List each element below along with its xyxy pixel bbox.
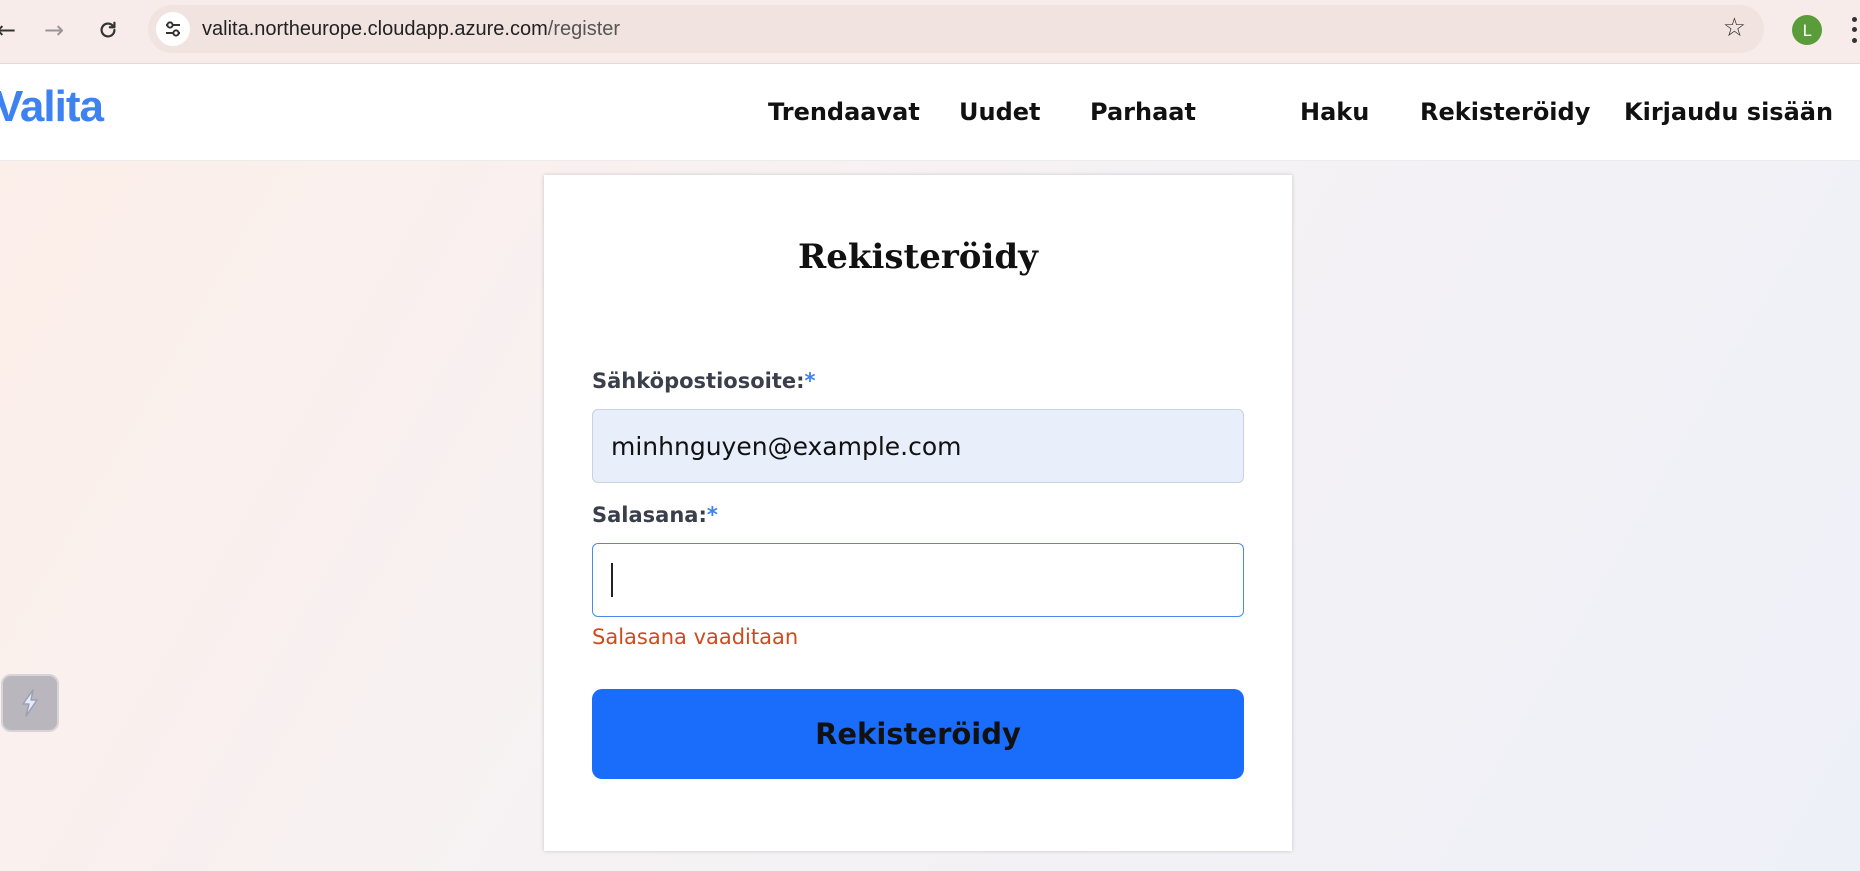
password-label: Salasana:* xyxy=(592,503,718,527)
nav-link-search[interactable]: Haku xyxy=(1300,98,1369,126)
forward-button[interactable]: → xyxy=(36,12,72,48)
register-card: Rekisteröidy Sähköpostiosoite:* minhnguy… xyxy=(544,175,1292,851)
text-caret xyxy=(611,563,613,597)
nav-link-login[interactable]: Kirjaudu sisään xyxy=(1624,98,1833,126)
menu-dot xyxy=(1851,16,1857,22)
nav-link-new[interactable]: Uudet xyxy=(959,98,1041,126)
arrow-right-icon: → xyxy=(43,16,65,44)
required-asterisk: * xyxy=(706,503,718,527)
profile-avatar[interactable]: L xyxy=(1792,15,1822,45)
reload-button[interactable] xyxy=(90,12,126,48)
reload-icon xyxy=(100,21,116,38)
email-label-text: Sähköpostiosoite: xyxy=(592,369,805,393)
star-icon: ☆ xyxy=(1722,13,1746,43)
email-value: minhnguyen@example.com xyxy=(611,431,962,461)
back-button[interactable]: ← xyxy=(0,12,24,48)
required-asterisk: * xyxy=(804,369,816,393)
menu-dot xyxy=(1851,38,1857,44)
password-field[interactable] xyxy=(592,543,1244,617)
site-info-button[interactable] xyxy=(156,12,190,46)
bookmark-star-button[interactable]: ☆ xyxy=(1723,13,1746,43)
url-text: valita.northeurope.cloudapp.azure.com/re… xyxy=(202,18,620,41)
email-field[interactable]: minhnguyen@example.com xyxy=(592,409,1244,483)
page-title: Rekisteröidy xyxy=(798,237,1038,277)
nav-link-register[interactable]: Rekisteröidy xyxy=(1420,98,1590,126)
tune-icon xyxy=(166,21,180,37)
nav-link-best[interactable]: Parhaat xyxy=(1090,98,1196,126)
browser-menu-button[interactable] xyxy=(1848,14,1860,46)
site-logo[interactable]: Valita xyxy=(0,82,104,132)
url-host: valita.northeurope.cloudapp.azure.com xyxy=(202,17,548,40)
site-header: Valita Trendaavat Uudet Parhaat Haku Rek… xyxy=(0,64,1860,161)
password-label-text: Salasana: xyxy=(592,503,707,527)
nav-link-trending[interactable]: Trendaavat xyxy=(768,98,920,126)
address-bar[interactable]: valita.northeurope.cloudapp.azure.com/re… xyxy=(148,5,1764,53)
password-error-message: Salasana vaaditaan xyxy=(592,625,799,649)
register-button[interactable]: Rekisteröidy xyxy=(592,689,1244,779)
arrow-left-icon: ← xyxy=(0,16,17,44)
extension-lightning-icon xyxy=(22,689,38,717)
menu-dot xyxy=(1851,27,1857,33)
browser-toolbar: ← → valita.northeurope.cloudapp.azure.co… xyxy=(0,0,1860,64)
email-label: Sähköpostiosoite:* xyxy=(592,369,816,393)
extension-floating-button[interactable] xyxy=(1,674,59,732)
url-path: /register xyxy=(547,17,621,40)
